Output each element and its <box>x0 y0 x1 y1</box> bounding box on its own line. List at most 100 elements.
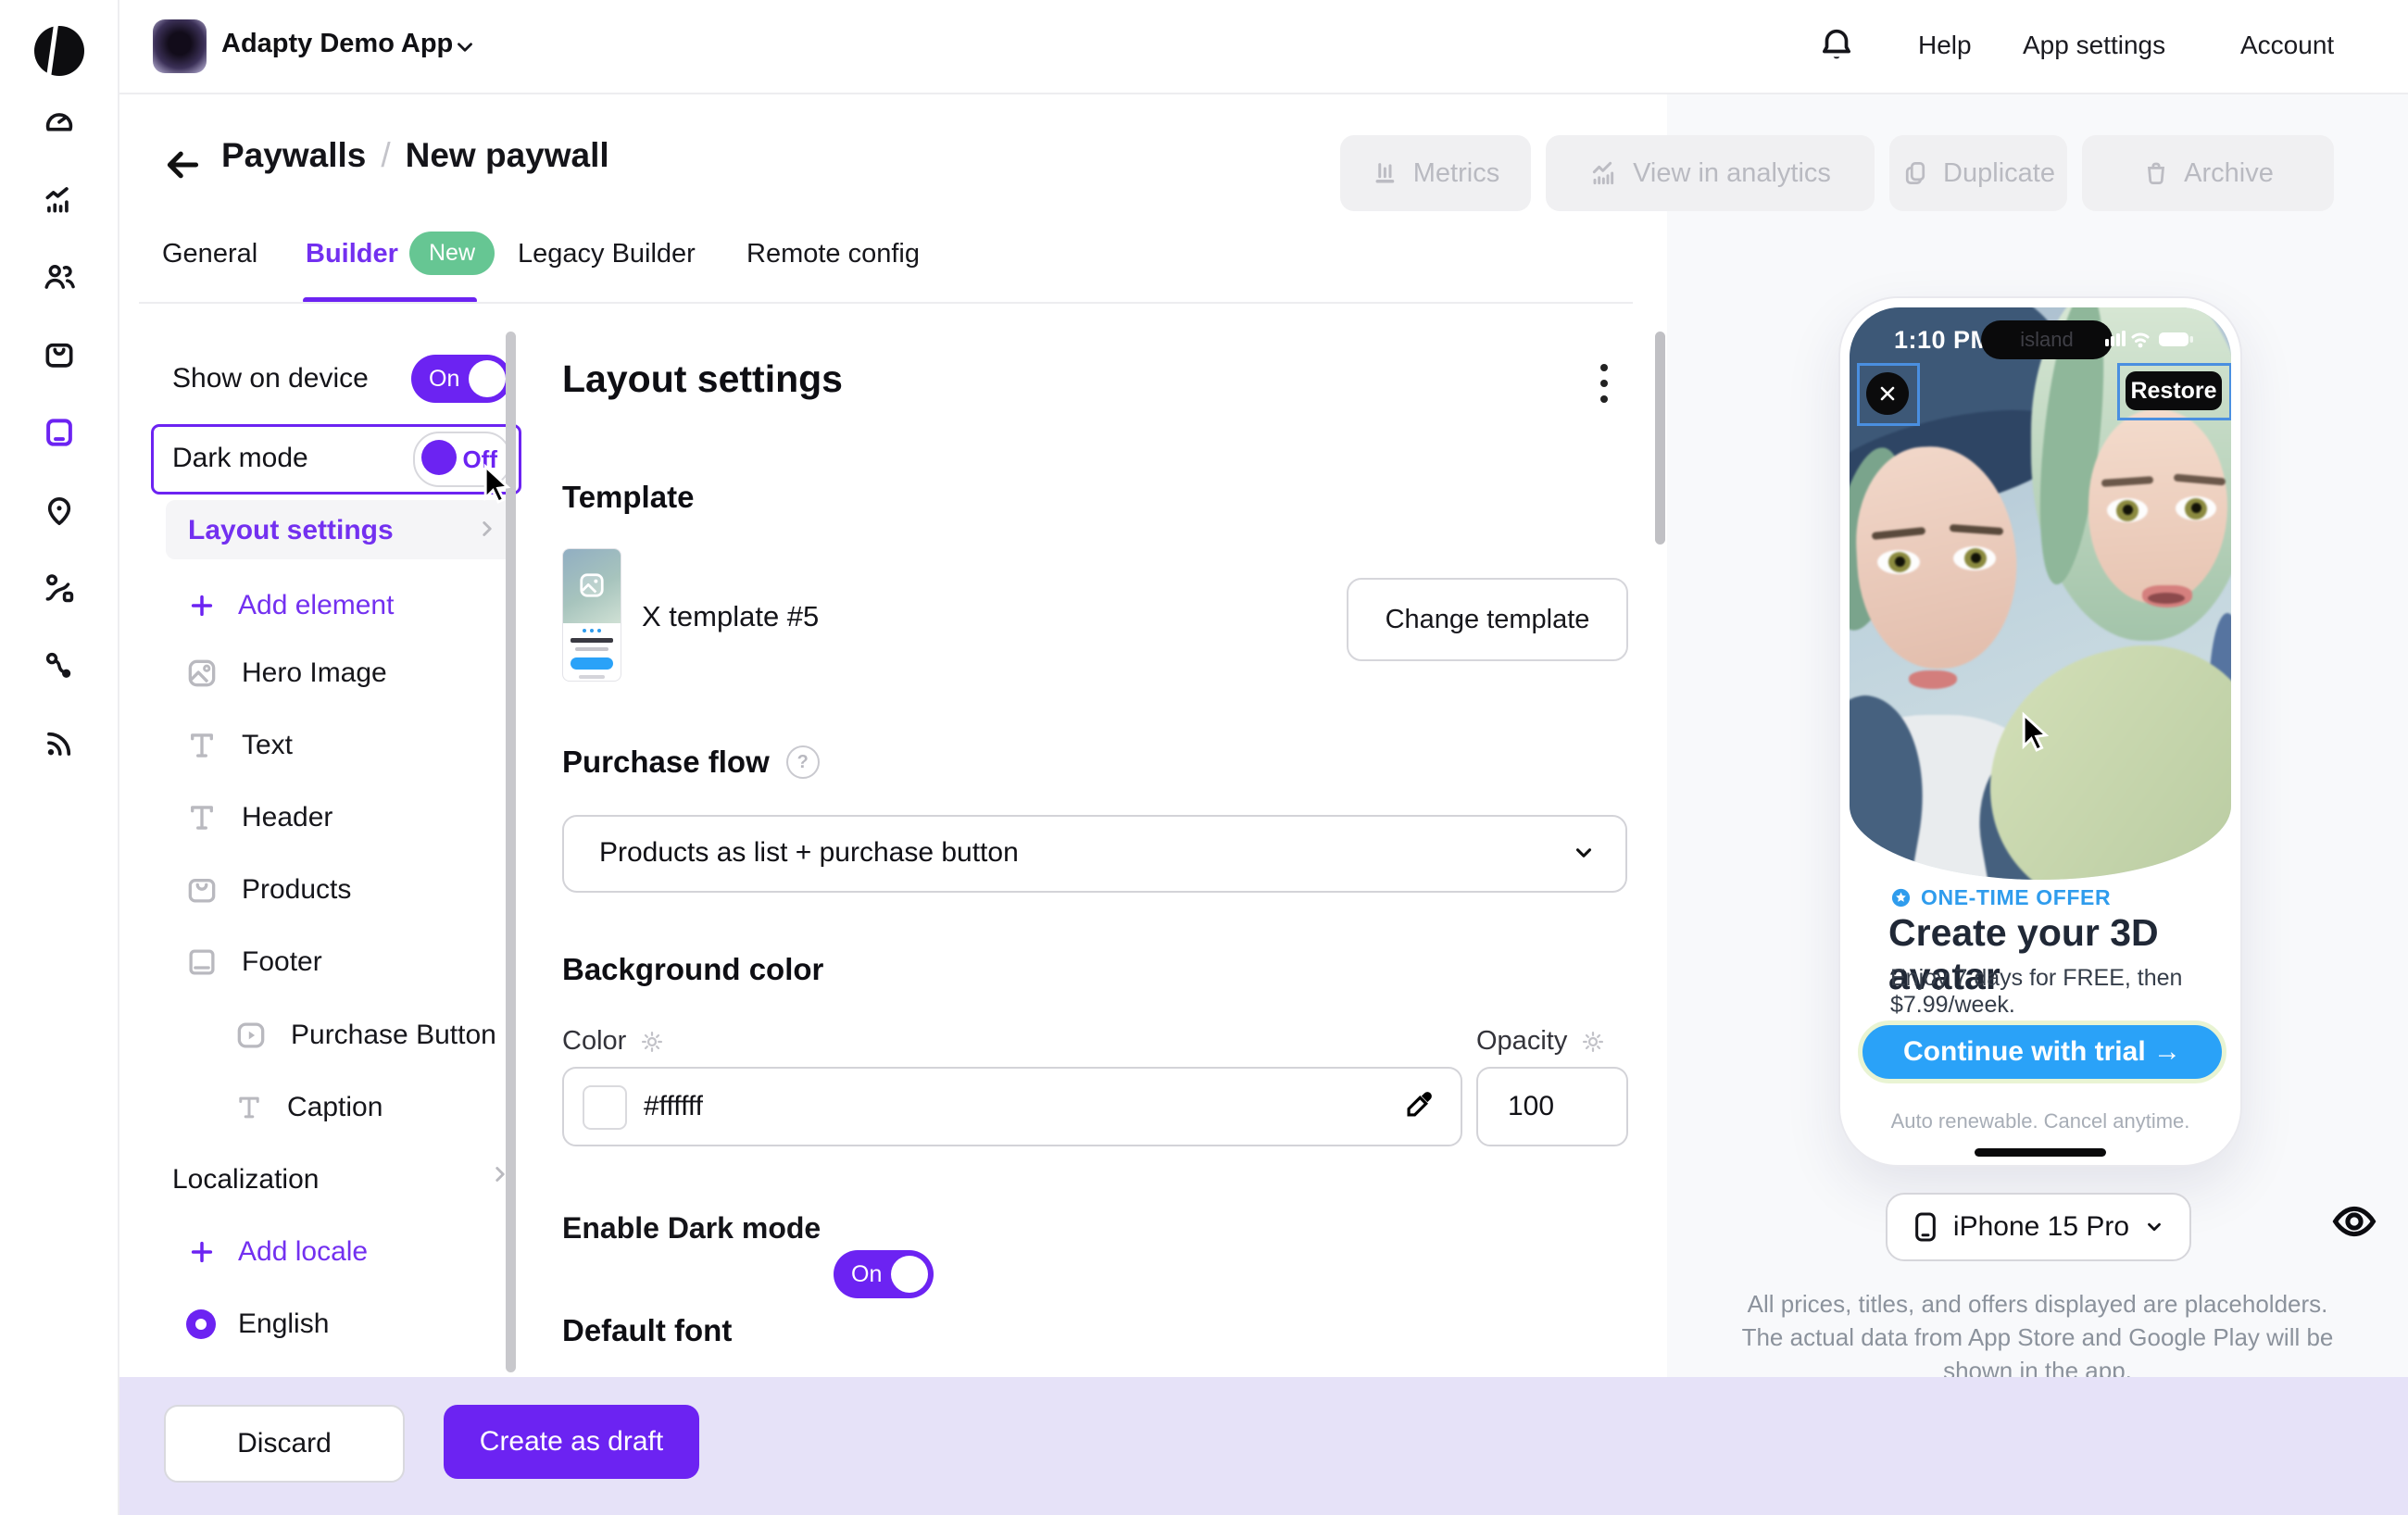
rail-profiles-icon[interactable] <box>42 259 77 294</box>
add-element-label: Add element <box>238 590 395 620</box>
light-mode-icon <box>642 1031 663 1052</box>
rail-funnels-icon[interactable] <box>42 648 77 683</box>
status-icons <box>2105 331 2193 348</box>
sidebar-item-products[interactable]: Products <box>184 868 351 912</box>
sidebar-item-layout-settings[interactable]: Layout settings <box>166 500 516 559</box>
dark-mode-label: Dark mode <box>172 443 308 473</box>
preview-visibility-toggle[interactable] <box>2330 1200 2378 1243</box>
close-icon <box>1880 386 1895 401</box>
breadcrumb-paywalls[interactable]: Paywalls <box>221 136 366 175</box>
rail-analytics-icon[interactable] <box>42 182 77 217</box>
sidebar-item-footer[interactable]: Footer <box>184 940 322 984</box>
metrics-button[interactable]: Metrics <box>1340 135 1531 211</box>
app-switcher[interactable]: Adapty Demo App <box>221 29 453 59</box>
more-options-button[interactable] <box>1590 356 1618 411</box>
color-label: Color <box>562 1026 627 1056</box>
localization-label[interactable]: Localization <box>172 1164 319 1196</box>
view-in-analytics-button[interactable]: View in analytics <box>1546 135 1875 211</box>
restore-label: Restore <box>2130 377 2217 404</box>
archive-label: Archive <box>2184 157 2274 188</box>
home-indicator <box>1975 1148 2106 1157</box>
main-scrollbar[interactable] <box>1655 332 1665 545</box>
footer-icon <box>189 949 215 975</box>
discard-label: Discard <box>237 1428 332 1459</box>
tab-remote-config[interactable]: Remote config <box>746 239 920 269</box>
purchase-flow-select[interactable]: Products as list + purchase button <box>562 815 1627 893</box>
plus-icon <box>191 595 213 617</box>
text-icon <box>239 1096 259 1119</box>
tabs-divider <box>139 302 1633 304</box>
change-template-button[interactable]: Change template <box>1347 578 1628 661</box>
discard-button[interactable]: Discard <box>164 1405 405 1483</box>
back-button[interactable] <box>162 146 203 183</box>
sidebar-item-hero-image[interactable]: Hero Image <box>184 651 387 695</box>
notifications-bell-icon[interactable] <box>1818 26 1855 67</box>
dark-mode-row[interactable]: Dark mode Off <box>151 424 521 495</box>
archive-button[interactable]: Archive <box>2082 135 2334 211</box>
device-selector[interactable]: iPhone 15 Pro <box>1886 1193 2191 1261</box>
locale-item-english[interactable]: English <box>186 1302 329 1346</box>
restore-button-selection: Restore <box>2117 363 2231 420</box>
add-element-button[interactable]: Add element <box>188 583 394 628</box>
mouse-cursor-preview <box>2022 711 2050 752</box>
color-swatch[interactable] <box>583 1085 627 1130</box>
help-icon[interactable]: ? <box>785 745 820 779</box>
dynamic-island: island <box>1981 320 2113 359</box>
create-as-draft-button[interactable]: Create as draft <box>444 1405 699 1479</box>
show-on-device-toggle[interactable]: On <box>411 355 511 403</box>
status-time: 1:10 PM <box>1894 326 1992 354</box>
toggle-knob <box>421 440 457 475</box>
color-value[interactable]: #ffffff <box>644 1091 703 1122</box>
show-on-device-label: Show on device <box>172 363 369 394</box>
rail-ab-tests-icon[interactable] <box>42 570 77 606</box>
rail-paywalls-icon[interactable] <box>42 415 77 450</box>
mouse-cursor-panel <box>483 463 511 504</box>
rail-overview-icon[interactable] <box>42 104 77 139</box>
chevron-right-icon <box>483 521 492 536</box>
rail-events-feed-icon[interactable] <box>42 726 77 761</box>
locale-radio-selected[interactable] <box>186 1309 216 1339</box>
paywall-restore-button[interactable]: Restore <box>2126 371 2222 410</box>
opacity-value[interactable]: 100 <box>1508 1091 1554 1122</box>
nav-app-settings[interactable]: App settings <box>2023 31 2165 60</box>
nav-account[interactable]: Account <box>2240 31 2334 60</box>
breadcrumb: Paywalls / New paywall <box>221 136 609 175</box>
view-in-analytics-label: View in analytics <box>1633 157 1831 188</box>
chevron-down-icon[interactable] <box>453 35 477 59</box>
tab-builder[interactable]: Builder <box>306 239 398 269</box>
nav-rail <box>0 0 119 1515</box>
color-input[interactable]: #ffffff <box>562 1067 1462 1146</box>
sidebar-item-caption[interactable]: Caption <box>233 1085 383 1130</box>
sidebar-item-header[interactable]: Header <box>184 795 332 840</box>
sidebar-item-text[interactable]: Text <box>184 723 293 768</box>
opacity-input[interactable]: 100 <box>1476 1067 1628 1146</box>
enable-dark-mode-toggle[interactable]: On <box>834 1250 934 1298</box>
opacity-field-label: Opacity <box>1476 1026 1606 1057</box>
nav-help[interactable]: Help <box>1918 31 1972 60</box>
eyedropper-icon[interactable] <box>1401 1087 1436 1122</box>
create-as-draft-label: Create as draft <box>479 1426 664 1457</box>
sidebar-item-purchase-button[interactable]: Purchase Button <box>233 1013 496 1058</box>
paywall-close-button[interactable] <box>1866 372 1909 415</box>
enable-dark-mode-label: Enable Dark mode <box>562 1211 821 1245</box>
rail-products-icon[interactable] <box>42 337 77 372</box>
preview-disclaimer: All prices, titles, and offers displayed… <box>1741 1290 2334 1384</box>
device-selector-label: iPhone 15 Pro <box>1952 1211 2130 1242</box>
breadcrumb-current: New paywall <box>405 136 609 174</box>
tab-legacy-builder[interactable]: Legacy Builder <box>518 239 696 269</box>
purchase-flow-value: Products as list + purchase button <box>599 837 1019 868</box>
default-font-heading: Default font <box>562 1313 733 1347</box>
topbar: Adapty Demo App Help App settings Accoun… <box>118 0 2408 94</box>
add-locale-button[interactable]: Add locale <box>188 1230 368 1274</box>
duplicate-button[interactable]: Duplicate <box>1889 135 2067 211</box>
paywall-footnote: Auto renewable. Cancel anytime. <box>1890 1109 2190 1133</box>
paywall-cta-button[interactable]: Continue with trial → <box>1858 1020 2226 1083</box>
duplicate-label: Duplicate <box>1943 157 2055 188</box>
template-thumbnail-photo <box>563 549 621 623</box>
hero-image-label: Hero Image <box>242 657 387 688</box>
adapty-logo[interactable] <box>31 22 86 80</box>
layout-settings-label: Layout settings <box>188 515 394 545</box>
rail-placements-icon[interactable] <box>42 493 77 528</box>
tab-general[interactable]: General <box>162 239 257 269</box>
builder-new-badge: New <box>409 232 495 275</box>
